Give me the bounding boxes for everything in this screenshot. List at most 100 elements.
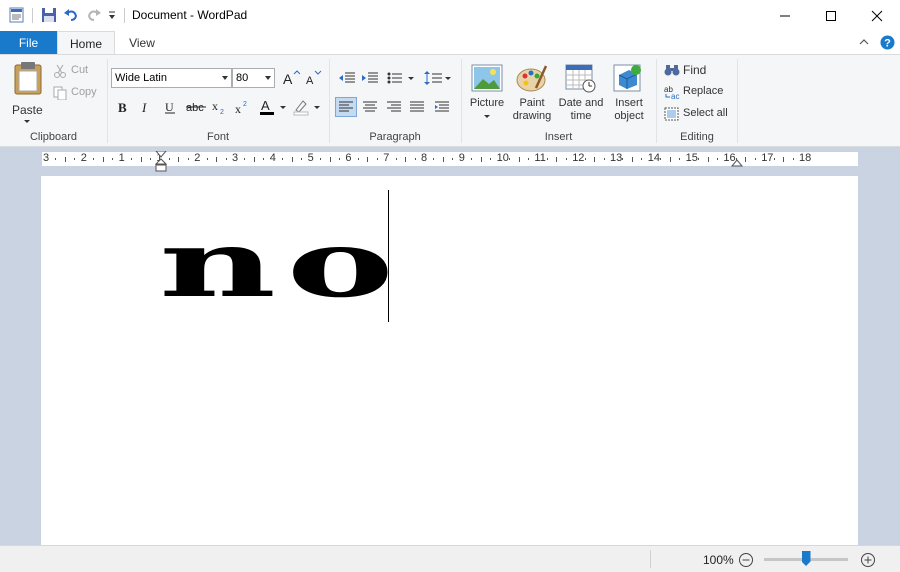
increase-indent-button[interactable] bbox=[360, 68, 380, 88]
tab-home[interactable]: Home bbox=[57, 31, 115, 55]
shrink-font-icon: A bbox=[306, 70, 322, 86]
title-bar: Document - WordPad bbox=[0, 0, 900, 31]
svg-text:2: 2 bbox=[220, 109, 224, 114]
ruler-tick bbox=[707, 156, 709, 162]
ruler-tick bbox=[282, 158, 284, 160]
text-caret bbox=[388, 190, 389, 322]
strikethrough-icon: abc bbox=[186, 102, 206, 114]
customize-qat-icon[interactable] bbox=[106, 7, 122, 23]
tab-view[interactable]: View bbox=[116, 31, 168, 55]
picture-button[interactable]: Picture bbox=[465, 61, 509, 127]
paint-drawing-button[interactable]: Paint drawing bbox=[509, 61, 555, 127]
strikethrough-button[interactable]: abc bbox=[184, 97, 208, 117]
paragraph-settings-button[interactable] bbox=[432, 97, 452, 117]
align-right-icon bbox=[387, 101, 401, 112]
document-page[interactable]: no bbox=[41, 176, 858, 545]
ruler-tick bbox=[74, 158, 76, 160]
ruler-tick bbox=[93, 158, 95, 160]
line-spacing-icon bbox=[424, 71, 451, 85]
ruler-tick bbox=[291, 156, 293, 162]
close-button[interactable] bbox=[854, 0, 900, 31]
ruler-tick bbox=[509, 158, 511, 160]
right-indent-marker-icon[interactable] bbox=[731, 158, 743, 167]
ruler-tick bbox=[669, 156, 671, 162]
font-size-select[interactable]: 80 bbox=[232, 68, 275, 88]
ruler-tick bbox=[338, 158, 340, 160]
justify-icon bbox=[410, 101, 424, 112]
paste-button[interactable]: Paste bbox=[10, 61, 46, 123]
date-time-label-line2: time bbox=[570, 110, 592, 122]
underline-button[interactable]: U bbox=[160, 97, 180, 117]
ruler-tick bbox=[140, 156, 142, 162]
align-center-button[interactable] bbox=[360, 97, 380, 117]
paragraph-icon bbox=[435, 101, 449, 112]
ruler-tick bbox=[565, 158, 567, 160]
zoom-in-button[interactable] bbox=[860, 552, 876, 571]
insert-object-button[interactable]: Insert object bbox=[607, 61, 651, 127]
wordpad-app-icon[interactable] bbox=[9, 7, 25, 23]
copy-icon bbox=[53, 86, 67, 100]
italic-button[interactable]: I bbox=[136, 97, 156, 117]
select-all-button[interactable]: Select all bbox=[662, 106, 738, 124]
font-family-select[interactable]: Wide Latin bbox=[111, 68, 232, 88]
select-all-icon bbox=[664, 107, 679, 121]
status-divider bbox=[650, 550, 651, 568]
clipboard-icon bbox=[14, 62, 42, 95]
document-text[interactable]: no bbox=[159, 218, 404, 310]
text-color-icon: A bbox=[260, 98, 286, 115]
ruler-tick bbox=[556, 156, 558, 162]
tab-file[interactable]: File bbox=[0, 31, 57, 55]
grow-font-icon: A bbox=[283, 70, 300, 86]
superscript-button[interactable]: x2 bbox=[232, 97, 252, 117]
justify-button[interactable] bbox=[407, 97, 427, 117]
ruler-number: 2 bbox=[194, 152, 201, 164]
ruler-number: 6 bbox=[345, 152, 352, 164]
highlight-color-button[interactable] bbox=[291, 97, 323, 117]
ruler-tick bbox=[594, 156, 596, 162]
paragraph-group-label: Paragraph bbox=[369, 131, 421, 143]
clipboard-group-label: Clipboard bbox=[29, 131, 78, 143]
zoom-slider-track[interactable] bbox=[764, 551, 848, 566]
line-spacing-button[interactable] bbox=[423, 68, 453, 88]
list-button[interactable] bbox=[385, 68, 417, 88]
editing-group-label: Editing bbox=[680, 131, 714, 143]
minimize-button[interactable] bbox=[762, 0, 808, 31]
ruler-number: 5 bbox=[307, 152, 314, 164]
svg-text:A: A bbox=[261, 98, 270, 113]
indent-marker-icon[interactable] bbox=[155, 151, 167, 173]
minimize-icon bbox=[780, 15, 790, 16]
save-icon[interactable] bbox=[41, 7, 57, 23]
help-icon[interactable]: ? bbox=[880, 35, 895, 53]
zoom-slider-thumb[interactable] bbox=[801, 551, 811, 566]
subscript-button[interactable]: x2 bbox=[209, 97, 229, 117]
cut-button[interactable]: Cut bbox=[51, 63, 101, 81]
undo-icon[interactable] bbox=[63, 7, 79, 23]
svg-text:x: x bbox=[212, 100, 218, 113]
collapse-ribbon-icon[interactable] bbox=[858, 36, 870, 50]
decrease-indent-icon bbox=[339, 72, 355, 83]
ruler-tick bbox=[716, 158, 718, 160]
date-and-time-button[interactable]: Date and time bbox=[556, 61, 606, 127]
maximize-icon bbox=[826, 10, 836, 21]
bold-button[interactable]: B bbox=[113, 97, 133, 117]
decrease-indent-button[interactable] bbox=[337, 68, 357, 88]
grow-font-button[interactable]: A bbox=[281, 68, 301, 88]
ruler[interactable]: 3 2 1 1 2 3 4 5 6 7 8 9 10 11 12 13 14 15 16 17 18 bbox=[42, 151, 858, 172]
replace-button[interactable]: ab ac Replace bbox=[662, 84, 738, 102]
calendar-clock-icon bbox=[565, 64, 596, 93]
align-left-button[interactable] bbox=[335, 97, 357, 117]
find-button[interactable]: Find bbox=[662, 62, 732, 80]
text-color-button[interactable]: A bbox=[257, 97, 289, 117]
superscript-icon: x2 bbox=[235, 101, 247, 114]
shrink-font-button[interactable]: A bbox=[303, 68, 323, 88]
zoom-out-button[interactable] bbox=[738, 552, 754, 571]
maximize-button[interactable] bbox=[808, 0, 854, 31]
redo-icon[interactable] bbox=[86, 7, 102, 23]
plus-icon bbox=[861, 553, 875, 567]
ruler-tick bbox=[395, 158, 397, 160]
copy-label: Copy bbox=[71, 86, 97, 98]
align-right-button[interactable] bbox=[384, 97, 404, 117]
svg-text:U: U bbox=[165, 100, 174, 114]
copy-button[interactable]: Copy bbox=[51, 85, 103, 103]
font-group-label: Font bbox=[206, 131, 229, 143]
